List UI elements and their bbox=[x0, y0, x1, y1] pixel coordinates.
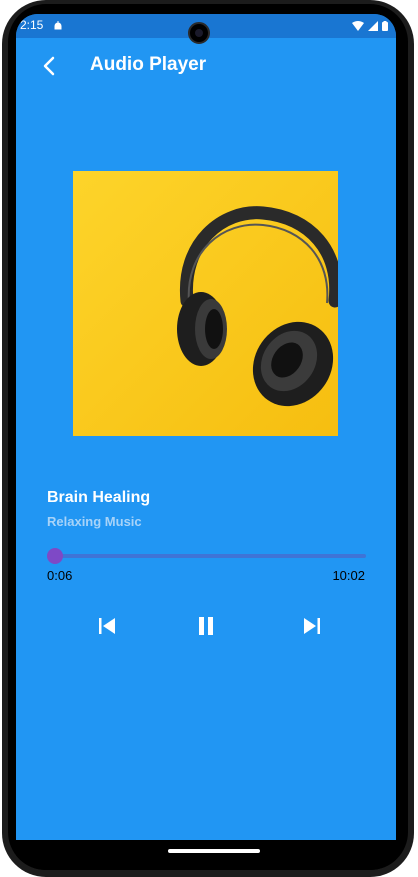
seek-thumb[interactable] bbox=[47, 548, 64, 564]
phone-frame: 2:15 Audio Player Brain Healing Relaxing… bbox=[2, 0, 414, 877]
app-bar: Audio Player bbox=[16, 38, 396, 94]
back-arrow-icon bbox=[43, 56, 55, 76]
status-time: 2:15 bbox=[20, 18, 44, 32]
back-button[interactable] bbox=[36, 52, 64, 80]
signal-icon bbox=[368, 18, 378, 36]
album-art bbox=[73, 171, 338, 436]
next-button[interactable] bbox=[298, 612, 326, 640]
system-nav-bar bbox=[16, 840, 396, 870]
page-title: Audio Player bbox=[90, 54, 207, 75]
pause-button[interactable] bbox=[192, 612, 220, 640]
seek-track bbox=[52, 554, 366, 558]
headphones-image bbox=[73, 171, 338, 436]
track-title: Brain Healing bbox=[47, 489, 151, 506]
battery-icon bbox=[382, 18, 388, 36]
home-gesture-handle[interactable] bbox=[168, 849, 260, 853]
total-time: 10:02 bbox=[332, 568, 365, 583]
skip-previous-icon bbox=[99, 618, 115, 634]
current-time: 0:06 bbox=[47, 568, 73, 583]
wifi-icon bbox=[352, 18, 364, 36]
phone-bezel: 2:15 Audio Player Brain Healing Relaxing… bbox=[8, 4, 408, 870]
app-screen: 2:15 Audio Player Brain Healing Relaxing… bbox=[16, 14, 396, 840]
notification-icon bbox=[54, 18, 62, 36]
track-subtitle: Relaxing Music bbox=[47, 514, 142, 529]
previous-button[interactable] bbox=[93, 612, 121, 640]
seek-slider[interactable] bbox=[44, 548, 366, 564]
pause-icon bbox=[199, 617, 213, 635]
skip-next-icon bbox=[304, 618, 320, 634]
front-camera bbox=[188, 22, 210, 44]
